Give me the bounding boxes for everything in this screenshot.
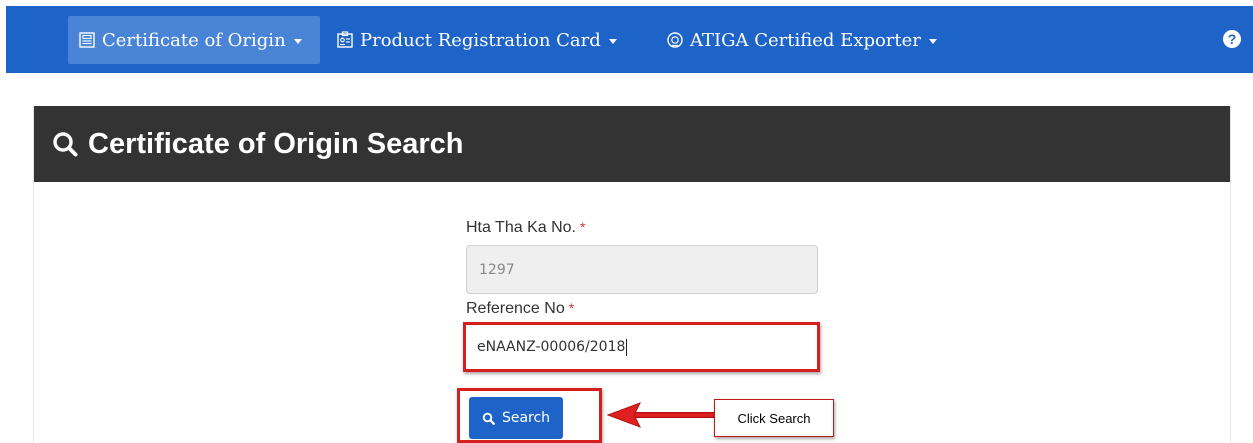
hta-tha-ka-label: Hta Tha Ka No. * [466, 219, 852, 241]
search-panel: Certificate of Origin Search Hta Tha Ka … [33, 106, 1231, 443]
id-card-icon [337, 31, 353, 48]
caret-down-icon [293, 39, 302, 44]
search-form: Hta Tha Ka No. * 1297 Reference No * [466, 219, 852, 322]
nav-atiga-certified-exporter[interactable]: ATIGA Certified Exporter [656, 16, 947, 64]
required-marker: * [579, 219, 586, 235]
badge-icon [667, 32, 683, 48]
callout-text: Click Search [737, 410, 811, 426]
callout-note: Click Search [714, 399, 834, 437]
caret-down-icon [608, 39, 617, 44]
text-cursor [626, 338, 628, 356]
nav-product-registration-card[interactable]: Product Registration Card [326, 16, 627, 64]
reference-no-label-text: Reference No [466, 300, 565, 317]
search-button[interactable]: Search [469, 397, 563, 439]
search-button-label: Search [501, 410, 551, 426]
question-circle-icon[interactable]: ? [1223, 30, 1241, 48]
search-icon [482, 412, 495, 425]
caret-down-icon [928, 39, 937, 44]
page-title: Certificate of Origin Search [88, 127, 464, 160]
required-marker: * [568, 300, 575, 316]
hta-tha-ka-value: 1297 [479, 261, 515, 278]
nav-item-label: Certificate of Origin [102, 29, 286, 51]
search-button-highlight: Search [457, 388, 602, 443]
arrow-left-icon [606, 402, 714, 428]
search-icon [53, 132, 78, 157]
top-navbar: Certificate of Origin Product Registrati… [6, 6, 1253, 73]
nav-item-label: Product Registration Card [360, 29, 601, 51]
nav-certificate-of-origin[interactable]: Certificate of Origin [68, 16, 320, 64]
reference-no-label: Reference No * [466, 300, 852, 322]
certificate-icon [79, 32, 95, 48]
panel-header: Certificate of Origin Search [34, 106, 1230, 182]
nav-item-label: ATIGA Certified Exporter [690, 29, 921, 51]
reference-no-value: eNAANZ-00006/2018 [477, 339, 626, 355]
reference-no-field[interactable]: eNAANZ-00006/2018 [463, 322, 820, 372]
hta-tha-ka-field[interactable]: 1297 [466, 245, 818, 294]
hta-tha-ka-label-text: Hta Tha Ka No. [466, 219, 576, 236]
